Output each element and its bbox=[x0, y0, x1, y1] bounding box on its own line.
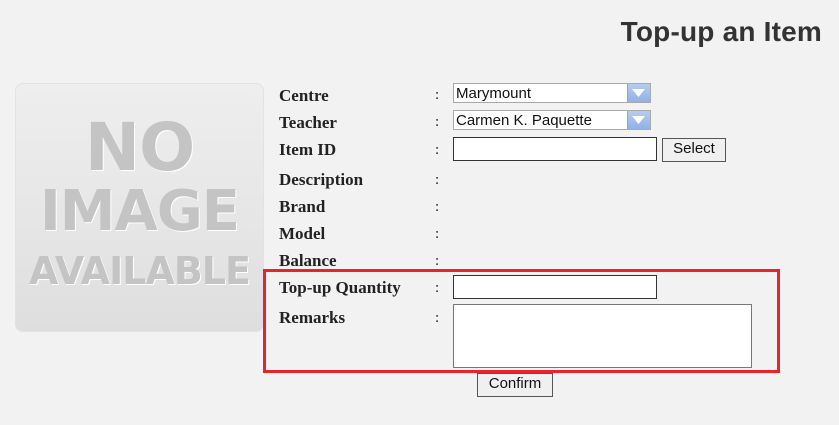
remarks-textarea[interactable] bbox=[453, 304, 752, 368]
remarks-label: Remarks bbox=[279, 308, 346, 327]
chevron-down-icon bbox=[632, 89, 645, 97]
page-title: Top-up an Item bbox=[620, 16, 822, 47]
remarks-colon: : bbox=[435, 310, 440, 326]
brand-colon: : bbox=[435, 199, 440, 215]
centre-colon: : bbox=[435, 87, 440, 103]
description-colon: : bbox=[435, 172, 440, 188]
item-id-colon: : bbox=[435, 142, 440, 158]
balance-colon: : bbox=[435, 253, 440, 269]
centre-label: Centre bbox=[279, 86, 329, 105]
model-label: Model bbox=[279, 224, 326, 243]
topup-quantity-colon: : bbox=[435, 280, 440, 296]
centre-select[interactable]: Marymount bbox=[453, 83, 651, 103]
teacher-select[interactable]: Carmen K. Paquette bbox=[453, 110, 651, 130]
no-image-text-available: AVAILABLE bbox=[29, 249, 251, 293]
teacher-colon: : bbox=[435, 114, 440, 130]
brand-label: Brand bbox=[279, 197, 326, 216]
teacher-select-value: Carmen K. Paquette bbox=[456, 112, 592, 129]
no-image-text-no: NO bbox=[84, 109, 195, 186]
chevron-down-icon bbox=[632, 116, 645, 124]
balance-label: Balance bbox=[279, 251, 337, 270]
centre-select-value: Marymount bbox=[456, 85, 532, 102]
teacher-label: Teacher bbox=[279, 113, 337, 132]
topup-quantity-label: Top-up Quantity bbox=[279, 278, 401, 297]
confirm-button[interactable]: Confirm bbox=[477, 373, 553, 397]
item-id-label: Item ID bbox=[279, 140, 337, 159]
centre-dropdown-arrow[interactable] bbox=[627, 84, 650, 102]
item-id-input[interactable] bbox=[453, 137, 657, 161]
no-image-text-image: IMAGE bbox=[39, 179, 240, 244]
description-label: Description bbox=[279, 170, 364, 189]
select-item-button[interactable]: Select bbox=[662, 138, 726, 162]
no-image-placeholder: NO IMAGE AVAILABLE bbox=[15, 83, 264, 332]
teacher-dropdown-arrow[interactable] bbox=[627, 111, 650, 129]
topup-quantity-input[interactable] bbox=[453, 275, 657, 299]
model-colon: : bbox=[435, 226, 440, 242]
